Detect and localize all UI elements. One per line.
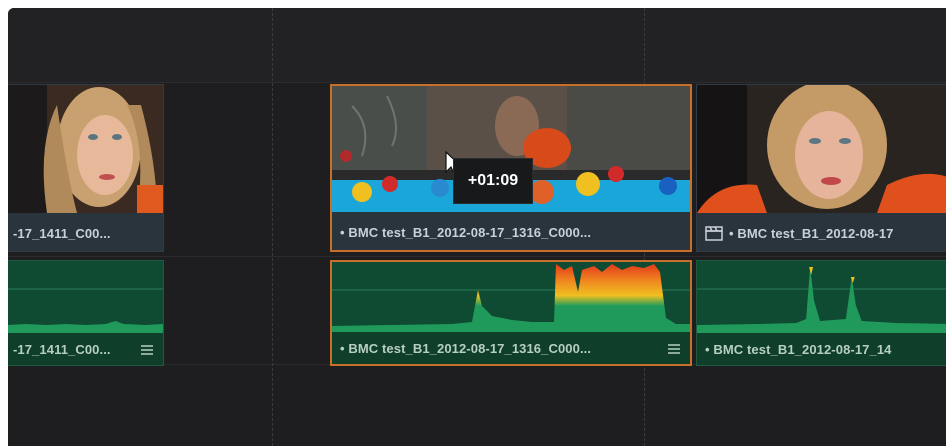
video-clip-3[interactable]: • BMC test_B1_2012-08-17 [696,84,946,252]
clip-bullet: • [705,342,710,357]
clip-name-bar: • BMC test_B1_2012-08-17_1316_C000... [332,212,690,250]
clip-name-bar: -17_1411_C00... [8,333,163,365]
clip-bullet: • [729,226,734,241]
track-divider [8,256,946,257]
audio-clip-2-selected[interactable]: • BMC test_B1_2012-08-17_1316_C000... [330,260,692,366]
audio-clip-1[interactable]: -17_1411_C00... [8,260,164,366]
clip-thumbnail [697,85,946,213]
clip-name: -17_1411_C00... [13,226,111,241]
audio-waveform [8,261,163,333]
clip-name-bar: • BMC test_B1_2012-08-17_14 [697,333,946,365]
track-divider [8,82,946,83]
clip-bullet: • [340,341,345,356]
drag-offset-tooltip: +01:09 [453,158,533,204]
clip-thumbnail [8,85,163,213]
clip-name-text: BMC test_B1_2012-08-17_1316_C000... [348,341,592,356]
clip-name: • BMC test_B1_2012-08-17_1316_C000... [340,225,591,240]
audio-clip-3[interactable]: • BMC test_B1_2012-08-17_14 [696,260,946,366]
clip-name-text: BMC test_B1_2012-08-17_14 [713,342,892,357]
clip-name: • BMC test_B1_2012-08-17_14 [705,342,891,357]
timeline-marker-line [272,8,273,446]
menu-lines-icon[interactable] [141,345,153,355]
clip-name: -17_1411_C00... [13,342,111,357]
menu-lines-icon[interactable] [668,344,680,354]
video-clip-1[interactable]: -17_1411_C00... [8,84,164,252]
clip-name-bar: -17_1411_C00... [8,213,163,251]
audio-waveform [332,262,690,334]
clip-name-text: BMC test_B1_2012-08-17 [737,226,894,241]
clip-name-bar: • BMC test_B1_2012-08-17_1316_C000... [332,332,690,364]
clip-bullet: • [340,225,345,240]
timeline-empty-track [8,8,946,82]
clip-name-text: BMC test_B1_2012-08-17_1316_C000... [348,225,592,240]
clip-name-bar: • BMC test_B1_2012-08-17 [697,213,946,251]
clip-name: • BMC test_B1_2012-08-17_1316_C000... [340,341,591,356]
clip-name: • BMC test_B1_2012-08-17 [729,226,894,241]
audio-waveform [697,261,946,333]
clapperboard-icon [705,226,723,241]
timeline-panel: -17_1411_C00... • BMC test_B1_2012-08-17… [8,8,946,446]
